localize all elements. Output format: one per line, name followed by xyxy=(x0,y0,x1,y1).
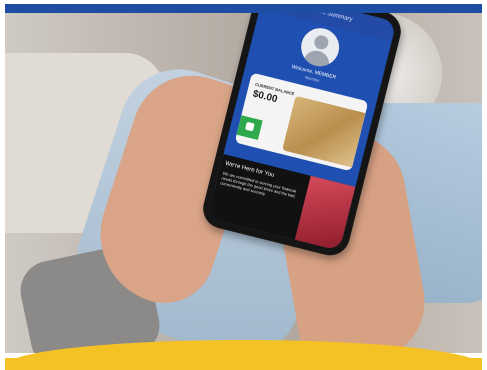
credit-card-image xyxy=(282,95,369,170)
avatar-head xyxy=(312,33,330,51)
top-brand-bar xyxy=(5,4,482,13)
payment-icon xyxy=(245,121,255,132)
pay-button xyxy=(236,115,263,140)
promo-image xyxy=(294,175,356,251)
photo: Account Summary Welcome, MEMBER Member C… xyxy=(5,13,482,353)
ad-image: Account Summary Welcome, MEMBER Member C… xyxy=(0,0,487,370)
bottom-yellow-strip xyxy=(5,358,482,370)
avatar-icon xyxy=(297,24,344,71)
